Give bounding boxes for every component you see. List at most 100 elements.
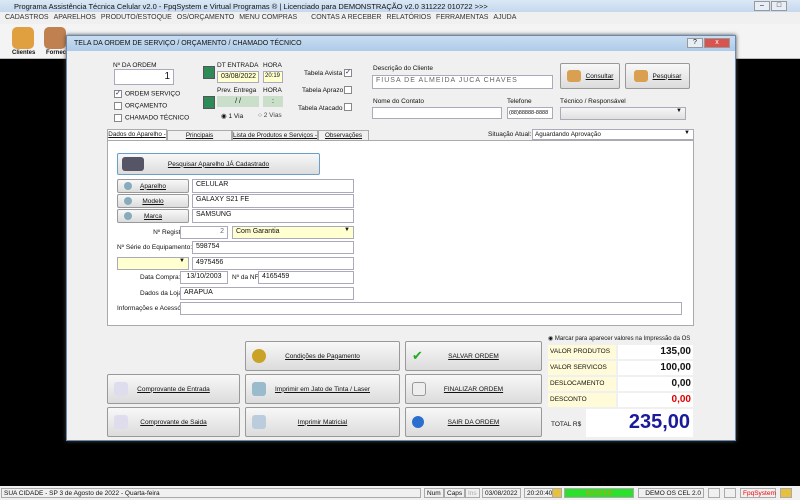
monitor-icon[interactable] — [724, 488, 736, 498]
sair-ordem-button[interactable]: SAIR DA ORDEM — [405, 407, 542, 437]
loja-label: Dados da Loja: — [140, 290, 184, 297]
menu-os-orcamento[interactable]: OS/ORÇAMENTO — [177, 14, 234, 21]
prev-entrega-label: Prev. Entrega — [217, 87, 257, 94]
prev-hora-field[interactable]: : — [263, 96, 283, 107]
imprimir-jato-button[interactable]: Imprimir em Jato de Tinta / Laser — [245, 374, 400, 404]
checkbox-checked-icon[interactable]: ✓ — [114, 90, 122, 98]
close-button[interactable]: x — [704, 38, 730, 48]
marca-button[interactable]: Marca — [117, 209, 189, 223]
data-compra-label: Data Compra: — [140, 274, 181, 281]
salvar-ordem-button[interactable]: ✔ SALVAR ORDEM — [405, 341, 542, 371]
condicoes-pagamento-button[interactable]: Condições de Pagamento — [245, 341, 400, 371]
users-icon — [566, 70, 581, 82]
identificador-combo[interactable]: ▼ — [117, 257, 189, 270]
consultar-button[interactable]: Consultar — [560, 63, 620, 89]
clientes-label: Clientes — [12, 50, 36, 56]
identificador-field[interactable]: 4975456 — [192, 257, 354, 270]
type-label: ORDEM SERVIÇO — [125, 90, 181, 98]
type-orcamento[interactable]: ORÇAMENTO — [114, 102, 167, 110]
hora-entrada-field[interactable]: 20:19 — [263, 71, 283, 83]
button-label: SAIR DA ORDEM — [447, 418, 500, 426]
fornecedores-icon[interactable] — [44, 27, 66, 49]
pesquisar-aparelho-button[interactable]: Pesquisar Aparelho JÁ Cadastrado — [117, 153, 320, 175]
radio-label: 1 Via — [228, 113, 244, 120]
minimize-button[interactable]: – — [754, 1, 770, 11]
cliente-field[interactable]: FIUSA DE ALMEIDA JUCA CHAVES — [372, 75, 553, 89]
checkbox-icon[interactable] — [114, 114, 122, 122]
registro-field[interactable]: 2 — [180, 226, 228, 239]
user-icon — [552, 488, 562, 498]
marca-field[interactable]: SAMSUNG — [192, 209, 354, 223]
mark-values-radio[interactable]: ◉ Marcar para aparecer valores na Impres… — [548, 335, 690, 342]
menu-ferramentas[interactable]: FERRAMENTAS — [436, 14, 488, 21]
type-chamado-tecnico[interactable]: CHAMADO TÉCNICO — [114, 114, 189, 122]
checkbox-icon[interactable] — [114, 102, 122, 110]
coins-icon — [252, 349, 266, 363]
pesquisar-button[interactable]: Pesquisar — [625, 63, 690, 89]
desconto-field[interactable]: 0,00 — [618, 393, 693, 407]
chevron-down-icon: ▼ — [344, 227, 350, 233]
users-icon — [633, 70, 648, 82]
button-label: Comprovante de Entrada — [137, 385, 210, 393]
type-label: ORÇAMENTO — [125, 102, 168, 110]
loja-field[interactable]: ARAPUA — [180, 287, 354, 300]
prev-entrega-field[interactable]: / / — [217, 96, 259, 107]
calendar-icon[interactable] — [203, 66, 215, 79]
aparelho-field[interactable]: CELULAR — [192, 179, 354, 193]
order-number-field[interactable]: 1 — [114, 69, 174, 85]
menu-ajuda[interactable]: AJUDA — [493, 14, 516, 21]
calendar-icon[interactable] — [203, 96, 215, 109]
dt-entrada-field[interactable]: 03/08/2022 — [217, 71, 259, 83]
tabela-aprazo-checkbox[interactable] — [344, 86, 352, 94]
help-button[interactable]: ? — [687, 38, 703, 48]
menu-contas-receber[interactable]: CONTAS A RECEBER — [311, 14, 381, 21]
radio-1-via[interactable]: ◉ 1 Via — [221, 112, 243, 120]
menu-cadastros[interactable]: CADASTROS — [5, 14, 49, 21]
aparelho-button[interactable]: Aparelho — [117, 179, 189, 193]
deslocamento-field[interactable]: 0,00 — [618, 377, 693, 391]
status-bar: SUA CIDADE - SP 3 de Agosto de 2022 - Qu… — [0, 486, 800, 500]
tabela-avista-label: Tabela Avista — [304, 70, 343, 77]
situacao-combo[interactable]: Aguardando Aprovação ▼ — [532, 129, 694, 140]
type-ordem-servico[interactable]: ✓ ORDEM SERVIÇO — [114, 90, 180, 98]
printer-icon — [252, 382, 266, 396]
tecnico-combo[interactable]: ▼ — [560, 107, 686, 120]
garantia-combo[interactable]: Com Garantia ▼ — [232, 226, 354, 239]
valor-servicos-value: 100,00 — [618, 361, 693, 375]
maximize-button[interactable]: □ — [771, 1, 787, 11]
contato-field[interactable] — [372, 107, 502, 119]
telefone-field[interactable]: (88)88888-8888 — [507, 107, 553, 119]
valor-produtos-value: 135,00 — [618, 345, 693, 359]
document-hand-icon — [114, 382, 128, 396]
document-icon — [114, 415, 128, 429]
imprimir-matricial-button[interactable]: Imprimir Matricial — [245, 407, 400, 437]
serie-field[interactable]: 598754 — [192, 241, 354, 254]
printer-icon[interactable] — [708, 488, 720, 498]
info-field[interactable] — [180, 302, 682, 315]
chevron-down-icon: ▼ — [179, 258, 185, 264]
nf-label: Nº da NF: — [232, 274, 261, 281]
serie-label: Nº Série do Equipamento: — [117, 244, 193, 251]
tabela-atacado-checkbox[interactable] — [344, 103, 352, 111]
modelo-button[interactable]: Modelo — [117, 194, 189, 208]
data-compra-field[interactable]: 13/10/2003 — [180, 271, 228, 284]
hora-label: HORA — [263, 87, 282, 94]
user-icon — [780, 488, 792, 498]
telefone-label: Telefone — [507, 98, 532, 105]
menu-compras[interactable]: MENU COMPRAS — [239, 14, 297, 21]
comprovante-saida-button[interactable]: Comprovante de Saida — [107, 407, 240, 437]
menu-relatorios[interactable]: RELATÓRIOS — [386, 14, 431, 21]
nf-field[interactable]: 4165459 — [258, 271, 354, 284]
radio-2-vias[interactable]: ○ 2 Vias — [258, 112, 282, 119]
clientes-icon[interactable] — [12, 27, 34, 49]
menu-produto-estoque[interactable]: PRODUTO/ESTOQUE — [101, 14, 172, 21]
tabela-avista-checkbox[interactable]: ✓ — [344, 69, 352, 77]
menu-aparelhos[interactable]: APARELHOS — [54, 14, 96, 21]
phones-icon — [122, 157, 144, 171]
finalizar-ordem-button[interactable]: FINALIZAR ORDEM — [405, 374, 542, 404]
modelo-field[interactable]: GALAXY S21 FE — [192, 194, 354, 208]
tecnico-label: Técnico / Responsável — [560, 98, 626, 105]
button-label: Pesquisar — [652, 72, 682, 80]
comprovante-entrada-button[interactable]: Comprovante de Entrada — [107, 374, 240, 404]
combo-value: Com Garantia — [236, 228, 280, 235]
